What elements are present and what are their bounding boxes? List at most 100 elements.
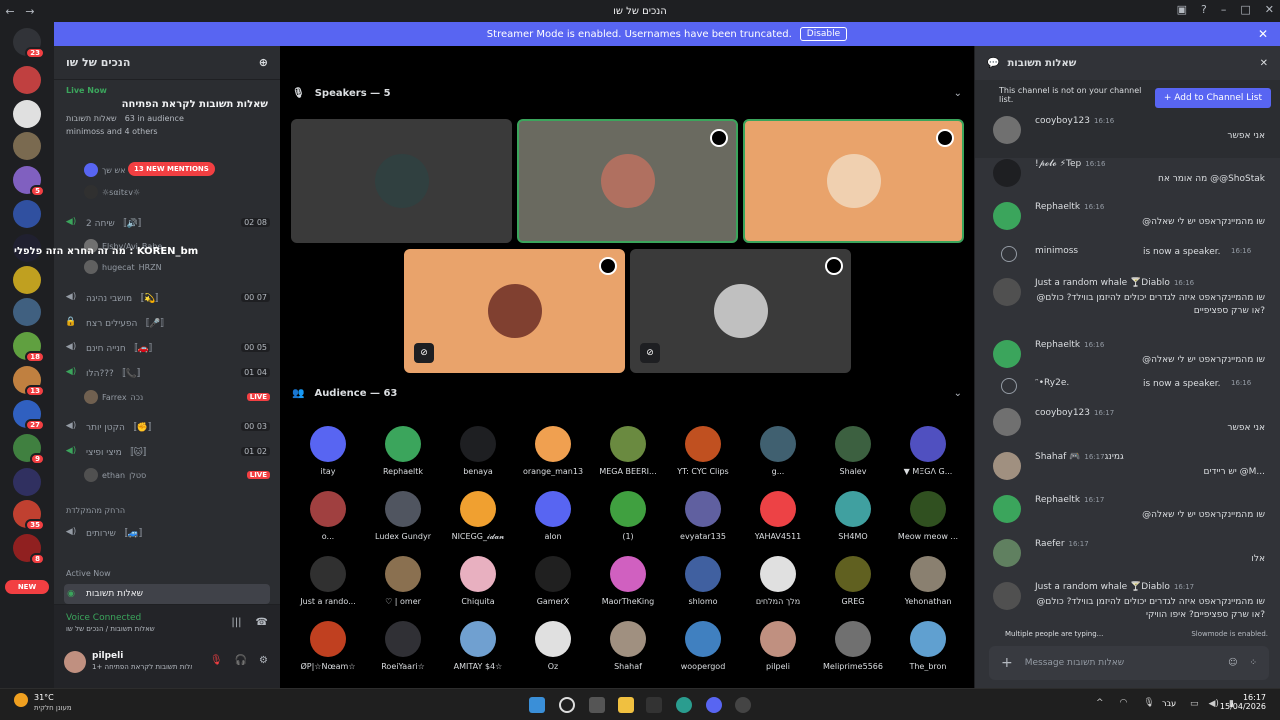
author-name[interactable]: !𝓅𝓸𝓵𝓸 ⚡Tep [1035,159,1081,169]
audience-member[interactable]: itay [291,426,365,476]
message-author[interactable]: Just a random whale 🍸Diablo 16:16 [1035,278,1194,288]
message-author[interactable]: Just a random whale 🍸Diablo 16:17 [1035,582,1194,592]
speaker-tile[interactable] [517,119,738,243]
voice-status[interactable]: Voice Connected [66,613,141,623]
search-icon[interactable] [559,697,575,713]
disable-button[interactable]: Disable [799,27,848,41]
server-icon[interactable]: 18 [13,332,45,363]
apps-icon[interactable]: ⁘ [1249,658,1257,668]
speaker-tile[interactable]: ⊘ [630,249,851,373]
audience-member[interactable]: shlomo [666,556,740,606]
audience-member[interactable]: pilpeli [741,621,815,671]
speaker-tile[interactable]: ⊘ [404,249,625,373]
voice-channel[interactable]: ◀) הקטן יותר 〚✊〛 00 03 [64,416,270,436]
audience-member[interactable]: Rephaeltk [366,426,440,476]
close-chat-icon[interactable]: ✕ [1260,58,1268,69]
author-name[interactable]: cooyboy123 [1035,116,1090,126]
edge-icon[interactable] [676,697,692,713]
server-icon[interactable]: 35 [13,500,45,531]
audience-member[interactable]: SH4MO [816,491,890,541]
home-discord-icon[interactable]: 23 [13,28,45,59]
discord-taskbar-icon[interactable] [706,697,722,713]
weather-temp[interactable]: 31°C [34,693,54,702]
audience-member[interactable]: Meliprime5566 [816,621,890,671]
audience-member[interactable]: The_bron [891,621,965,671]
message-author[interactable]: Rephaeltk 16:17 [1035,495,1104,505]
avatar[interactable] [993,452,1021,480]
audience-member[interactable]: Meow meow ... [891,491,965,541]
audience-member[interactable]: woopergod [666,621,740,671]
author-name[interactable]: minimoss [1035,246,1078,256]
avatar[interactable] [993,539,1021,567]
help-icon[interactable]: ? [1201,3,1207,16]
audience-member[interactable]: o... [291,491,365,541]
audience-member[interactable]: RoeiYaari☆ [366,621,440,671]
message-author[interactable]: Rephaeltk 16:16 [1035,202,1104,212]
message-author[interactable]: minimoss [1035,246,1078,256]
voice-channel[interactable]: ◀) מושבי נהיגה 〚💫〛 00 07 [64,287,270,307]
audience-member[interactable]: alon [516,491,590,541]
message-author[interactable]: ᵔ•Ry2e. [1035,378,1069,388]
voice-location[interactable]: שאלות תשובות / הנכים של שו [66,625,155,633]
avatar[interactable] [993,408,1021,436]
server-icon[interactable]: 9 [13,434,45,465]
message-author[interactable]: cooyboy123 16:17 [1035,408,1114,418]
server-icon[interactable]: 27 [13,400,45,431]
new-servers-pill[interactable]: NEW [5,580,49,594]
task-view-icon[interactable] [589,697,605,713]
noise-suppression-icon[interactable]: ||| [231,617,241,628]
add-member-icon[interactable]: ⊕ [259,56,268,69]
emoji-icon[interactable]: ☺ [1228,658,1237,668]
speaker-tile[interactable] [743,119,964,243]
speaker-icon[interactable] [1001,378,1017,394]
author-name[interactable]: cooyboy123 [1035,408,1090,418]
avatar[interactable] [993,340,1021,368]
server-icon[interactable] [13,298,41,326]
audience-member[interactable]: g... [741,426,815,476]
input-language[interactable]: עבר [1162,699,1176,708]
attach-plus-icon[interactable]: + [1001,655,1013,671]
author-name[interactable]: Rephaeltk [1035,340,1080,350]
audience-member[interactable]: Just a rando... [291,556,365,606]
author-name[interactable]: Shahaf 🎮גמינג [1035,452,1124,462]
capcut-icon[interactable] [646,697,662,713]
voice-channel[interactable]: ◀) הלו??? 〚📞〛 01 04 [64,362,270,382]
audience-member[interactable]: Yehonathan [891,556,965,606]
message-composer[interactable]: + Message שאלות תשובות ☺ ⁘ [989,646,1269,680]
weather-desc[interactable]: מעונן חלקית [34,704,72,712]
minimize-button[interactable]: – [1221,3,1227,16]
message-author[interactable]: Rephaeltk 16:16 [1035,340,1104,350]
collapse-chevron-icon[interactable]: ⌄ [954,388,962,399]
audience-member[interactable]: Shahaf [591,621,665,671]
server-icon[interactable] [13,100,41,128]
maximize-button[interactable]: □ [1240,3,1250,16]
message-author[interactable]: Shahaf 🎮גמינג16:17 [1035,452,1124,462]
new-mentions-pill[interactable]: 13 NEW MENTIONS [128,162,215,176]
audience-member[interactable]: AMITAY $4☆ [441,621,515,671]
audience-member[interactable]: MaorTheKing [591,556,665,606]
avatar[interactable] [993,202,1021,230]
avatar[interactable] [993,582,1021,610]
headphones-icon[interactable]: 🎧 [235,655,247,666]
voice-channel[interactable]: ◀) שיחה 2 〚🔊〛 02 08 [64,212,270,232]
server-icon[interactable] [13,468,41,496]
author-name[interactable]: Rephaeltk [1035,495,1080,505]
server-icon[interactable]: 5 [13,166,45,197]
author-name[interactable]: Raefer [1035,539,1065,549]
microphone-icon[interactable]: 🎙 [1143,698,1154,708]
weather-icon[interactable] [14,693,28,707]
server-header[interactable]: הנכים של שו ⊕ [54,46,280,80]
author-name[interactable]: Just a random whale 🍸Diablo [1035,278,1170,288]
author-name[interactable]: Just a random whale 🍸Diablo [1035,582,1170,592]
author-name[interactable]: Rephaeltk [1035,202,1080,212]
category-label[interactable]: הרחק מהמקלדת [66,506,125,515]
speaker-icon[interactable] [1001,246,1017,262]
mute-mic-icon[interactable]: 🎙 [210,655,223,666]
avatar[interactable] [993,278,1021,306]
message-author[interactable]: !𝓅𝓸𝓵𝓸 ⚡Tep 16:16 [1035,159,1105,169]
active-stage-channel[interactable]: ◉ שאלות תשובות [64,584,270,604]
audience-member[interactable]: Ludex Gundyr [366,491,440,541]
author-name[interactable]: ᵔ•Ry2e. [1035,378,1069,388]
audience-member[interactable]: Chiquita [441,556,515,606]
voice-channel[interactable]: ◀) מיצי ופיצי 〚🐱〛 01 02 [64,441,270,461]
